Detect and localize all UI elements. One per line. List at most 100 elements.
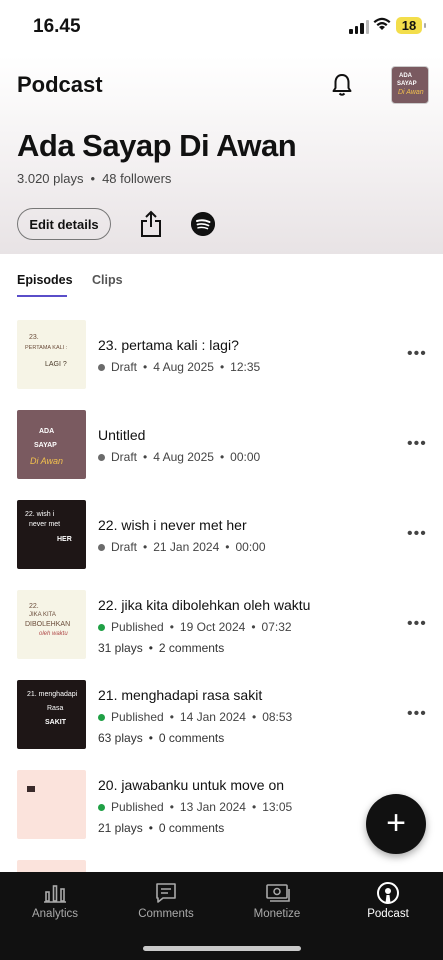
episode-date: 4 Aug 2025 [153, 360, 214, 374]
wifi-icon [373, 17, 391, 30]
episode-row[interactable]: ADA SAYAP Di Awan Untitled Draft • 4 Aug … [0, 408, 443, 498]
edit-details-button[interactable]: Edit details [17, 208, 111, 240]
more-options-icon[interactable]: ••• [407, 525, 427, 543]
thumbnail-text: JIKA KITA [29, 612, 56, 618]
more-options-icon[interactable]: ••• [407, 705, 427, 723]
episode-title: Untitled [98, 427, 146, 443]
episode-comments: 2 comments [158, 641, 225, 655]
episode-thumbnail: 22. JIKA KITA DIBOLEHKAN oleh waktu [17, 590, 86, 659]
share-icon[interactable] [139, 210, 163, 238]
status-dot [98, 543, 105, 551]
more-options-icon[interactable]: ••• [407, 435, 427, 453]
episode-row[interactable] [0, 858, 443, 872]
show-stats: 3.020 plays • 48 followers [17, 171, 172, 186]
thumbnail-text: oleh waktu [39, 631, 68, 637]
episode-thumbnail: 21. menghadapi Rasa SAKIT [17, 680, 86, 749]
episode-meta: Published • 19 Oct 2024 • 07:32 [98, 620, 292, 634]
tab-clips[interactable]: Clips [92, 273, 123, 287]
comment-icon [156, 883, 176, 903]
active-tab-indicator [17, 295, 67, 297]
more-options-icon[interactable]: ••• [407, 615, 427, 633]
thumbnail-text: 22. [29, 603, 39, 610]
status-time: 16.45 [33, 16, 81, 37]
episode-comments: 0 comments [158, 731, 225, 745]
more-options-icon[interactable]: ••• [407, 345, 427, 363]
followers-count: 48 followers [102, 171, 172, 186]
nav-label: Podcast [367, 908, 409, 920]
episode-status: Draft [111, 540, 138, 554]
status-dot [98, 623, 105, 631]
episode-row[interactable]: 22. wish i never met HER 22. wish i neve… [0, 498, 443, 588]
avatar-text: Di Awan [398, 89, 424, 96]
episode-status: Draft [111, 450, 138, 464]
page-title: Podcast [17, 72, 103, 97]
episode-stats: 21 plays • 0 comments [98, 821, 225, 835]
signal-icon [349, 20, 369, 34]
episode-title: 21. menghadapi rasa sakit [98, 687, 263, 703]
episode-duration: 13:05 [262, 800, 293, 814]
nav-label: Analytics [31, 908, 79, 920]
show-title: Ada Sayap Di Awan [17, 128, 297, 163]
episode-status: Published [111, 620, 164, 634]
episode-comments: 0 comments [158, 821, 225, 835]
thumbnail-text: SAYAP [34, 442, 57, 449]
episode-duration: 12:35 [230, 360, 261, 374]
episode-thumbnail: 23. PERTAMA KALI : LAGI ? [17, 320, 86, 389]
avatar-text: SAYAP [397, 81, 417, 87]
episode-status: Draft [111, 360, 138, 374]
thumbnail-text: DIBOLEHKAN [25, 621, 71, 628]
episode-row[interactable]: 23. PERTAMA KALI : LAGI ? 23. pertama ka… [0, 318, 443, 408]
money-icon [266, 884, 290, 902]
episode-status: Published [111, 800, 164, 814]
thumbnail-text: Di Awan [30, 456, 64, 466]
episode-row[interactable]: 21. menghadapi Rasa SAKIT 21. menghadapi… [0, 678, 443, 768]
status-bar: 16.45 18 [0, 0, 443, 56]
episode-title: 22. jika kita dibolehkan oleh waktu [98, 597, 311, 613]
episode-date: 14 Jan 2024 [179, 710, 246, 724]
status-dot [98, 713, 105, 721]
thumbnail-text: HER [57, 536, 72, 543]
bell-icon[interactable] [329, 72, 355, 98]
episode-date: 4 Aug 2025 [153, 450, 214, 464]
episode-thumbnail [17, 770, 86, 839]
thumbnail-text: PERTAMA KALI : [25, 345, 68, 351]
episode-meta: Draft • 4 Aug 2025 • 12:35 [98, 360, 260, 374]
thumbnail-decoration [27, 786, 35, 792]
add-episode-button[interactable]: + [366, 794, 426, 854]
status-dot [98, 363, 105, 371]
tab-episodes[interactable]: Episodes [17, 273, 73, 287]
plays-count: 3.020 plays [17, 171, 84, 186]
episode-plays: 21 plays [98, 821, 143, 835]
avatar-text: ADA [399, 73, 412, 79]
tab-bar: Episodes Clips [0, 254, 443, 300]
avatar[interactable]: ADA SAYAP Di Awan [391, 66, 429, 104]
thumbnail-text: 22. wish i [25, 511, 55, 518]
episode-title: 20. jawabanku untuk move on [98, 777, 285, 793]
thumbnail-text: never met [29, 521, 61, 528]
episode-title: 22. wish i never met her [98, 517, 247, 533]
thumbnail-text: 23. [29, 334, 39, 341]
episode-thumbnail [17, 860, 86, 872]
home-indicator [143, 946, 301, 951]
episode-duration: 00:00 [230, 450, 261, 464]
episode-meta: Draft • 4 Aug 2025 • 00:00 [98, 450, 260, 464]
bar-chart-icon [44, 885, 66, 903]
spotify-icon[interactable] [191, 212, 215, 236]
episode-duration: 07:32 [261, 620, 292, 634]
episode-meta: Published • 14 Jan 2024 • 08:53 [98, 710, 292, 724]
thumbnail-text: 21. menghadapi [27, 691, 78, 698]
episode-title: 23. pertama kali : lagi? [98, 337, 239, 353]
episode-row[interactable]: 22. JIKA KITA DIBOLEHKAN oleh waktu 22. … [0, 588, 443, 678]
episode-meta: Draft • 21 Jan 2024 • 00:00 [98, 540, 266, 554]
podcast-icon [377, 882, 399, 904]
episode-thumbnail: ADA SAYAP Di Awan [17, 410, 86, 479]
episode-duration: 00:00 [235, 540, 266, 554]
thumbnail-text: ADA [39, 428, 55, 435]
nav-label: Comments [138, 908, 194, 920]
episode-plays: 63 plays [98, 731, 143, 745]
thumbnail-text: LAGI ? [45, 361, 67, 368]
status-dot [98, 803, 105, 811]
episode-date: 19 Oct 2024 [179, 620, 246, 634]
episode-stats: 63 plays • 0 comments [98, 731, 225, 745]
podcast-header: Podcast ADA SAYAP Di Awan Ada Sayap Di A… [0, 56, 443, 254]
